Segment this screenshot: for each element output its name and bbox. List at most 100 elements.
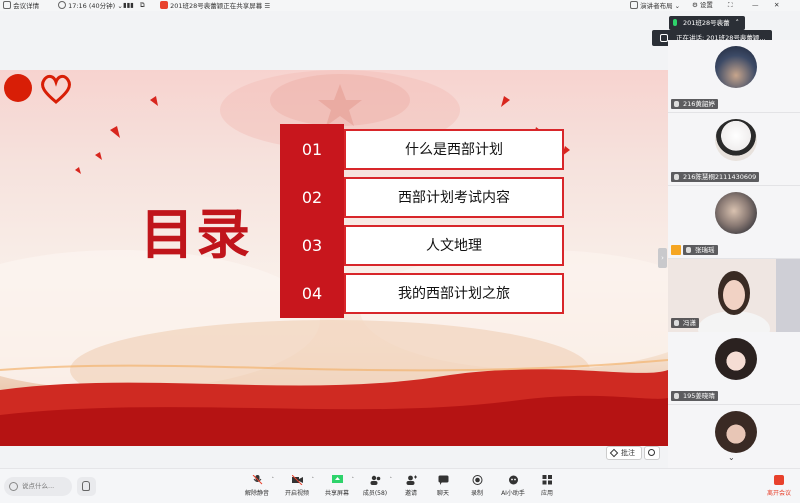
apps-button[interactable]: 应用 xyxy=(528,475,566,501)
avatar xyxy=(715,192,757,234)
settings-button[interactable]: ⚙ 设置 xyxy=(692,1,713,10)
table-of-contents: 01 什么是西部计划 02 西部计划考试内容 03 人文地理 04 我的西部计划… xyxy=(280,124,566,318)
annotate-label: 批注 xyxy=(621,449,635,457)
chevron-down-icon: ⌄ xyxy=(117,2,123,10)
screen-share-icon xyxy=(331,475,343,483)
settings-label: 设置 xyxy=(699,1,713,9)
members-label: 成员(58) xyxy=(362,490,388,497)
user-icon xyxy=(660,34,668,42)
ai-assistant-icon xyxy=(508,475,518,485)
host-badge-icon xyxy=(671,245,681,255)
raise-hand-button[interactable] xyxy=(77,477,96,496)
meeting-timer-label: 17:16 (40分钟) xyxy=(68,2,116,10)
participant-sidebar: 216黄韶婷 216陈慧桐2111430609 张瑞瑶 冯潇 195姜晓晴 ⌄ xyxy=(668,40,800,468)
toc-item-number: 01 xyxy=(301,140,323,159)
participant-name: 195姜晓晴 xyxy=(671,391,718,401)
avatar xyxy=(715,411,757,453)
ai-assistant-label: AI小助手 xyxy=(501,490,525,497)
youth-league-logo xyxy=(4,74,32,102)
chevron-up-icon[interactable]: ˄ xyxy=(272,477,275,483)
mic-off-icon xyxy=(674,393,679,399)
toc-item: 02 西部计划考试内容 xyxy=(280,177,566,218)
clock-icon xyxy=(58,1,66,9)
toc-item: 03 人文地理 xyxy=(280,225,566,266)
chevron-down-icon: ⌄ xyxy=(674,2,681,10)
participant-name: 张瑞瑶 xyxy=(683,245,718,255)
open-external-icon[interactable]: ⧉ xyxy=(140,1,145,10)
chevron-up-icon[interactable]: ˄ xyxy=(352,477,355,483)
fullscreen-icon[interactable]: ⛶ xyxy=(728,1,733,10)
apps-grid-icon xyxy=(542,475,552,485)
start-video-button[interactable]: 开启视频 ˄ xyxy=(278,475,316,501)
layout-button[interactable]: 演讲者布局 ⌄ xyxy=(630,1,680,10)
share-screen-button[interactable]: 共享屏幕 ˄ xyxy=(318,475,356,501)
shared-slide: 目录 01 什么是西部计划 02 西部计划考试内容 03 人文地理 04 我的西… xyxy=(0,70,668,446)
emoji-icon[interactable] xyxy=(9,482,18,491)
toc-item: 04 我的西部计划之旅 xyxy=(280,273,566,314)
leave-meeting-label: 离开会议 xyxy=(766,490,791,497)
participant-tile[interactable]: 张瑞瑶 xyxy=(668,186,800,259)
mic-off-icon xyxy=(686,247,691,253)
participant-name-text: 216黄韶婷 xyxy=(683,100,715,108)
info-icon xyxy=(3,1,11,9)
toc-item-text: 人文地理 xyxy=(344,225,564,266)
participant-name-text: 张瑞瑶 xyxy=(695,246,715,254)
layout-icon xyxy=(630,1,638,9)
gear-icon: ⚙ xyxy=(692,1,698,9)
chat-icon xyxy=(438,475,448,485)
exit-icon xyxy=(774,475,784,485)
close-icon[interactable]: ✕ xyxy=(774,1,779,10)
speaking-tag[interactable]: 201班28号裴蕾 ˄ xyxy=(669,16,745,30)
slide-title: 目录 xyxy=(140,202,252,266)
meeting-details-button[interactable]: 会议详情 xyxy=(3,1,39,10)
members-button[interactable]: 成员(58) ˄ xyxy=(356,475,394,501)
zoom-in-icon xyxy=(648,449,655,456)
participant-video-tile[interactable]: 冯潇 xyxy=(668,259,800,332)
mic-off-icon xyxy=(674,320,679,326)
avatar xyxy=(715,338,757,380)
participant-name-text: 冯潇 xyxy=(683,319,696,327)
record-label: 录制 xyxy=(470,490,483,497)
volunteer-heart-logo xyxy=(41,74,71,104)
record-button[interactable]: 录制 xyxy=(458,475,496,501)
participant-tile[interactable]: 195姜晓晴 xyxy=(668,332,800,405)
participant-name: 冯潇 xyxy=(671,318,699,328)
participant-name-text: 195姜晓晴 xyxy=(683,392,715,400)
toc-item-number: 04 xyxy=(301,284,323,303)
chevron-down-icon[interactable]: ⌄ xyxy=(728,453,735,462)
avatar xyxy=(715,119,757,161)
hand-icon xyxy=(82,481,90,491)
screen-share-icon xyxy=(160,1,168,9)
meeting-timer[interactable]: 17:16 (40分钟) ⌄ xyxy=(58,1,123,10)
chat-button[interactable]: 聊天 xyxy=(424,475,462,501)
participant-tile[interactable]: 216陈慧桐2111430609 xyxy=(668,113,800,186)
chevron-up-icon[interactable]: ˄ xyxy=(312,477,315,483)
leave-meeting-button[interactable]: 离开会议 xyxy=(760,475,798,501)
ai-assistant-button[interactable]: AI小助手 xyxy=(494,475,532,501)
share-screen-label: 共享屏幕 xyxy=(324,490,349,497)
top-bar: 会议详情 17:16 (40分钟) ⌄ ▮▮▮ ⧉ 201班28号裴蕾颖正在共享… xyxy=(0,0,800,11)
microphone-icon xyxy=(673,19,677,26)
meeting-window: 会议详情 17:16 (40分钟) ⌄ ▮▮▮ ⧉ 201班28号裴蕾颖正在共享… xyxy=(0,0,800,503)
invite-icon xyxy=(406,475,417,485)
chevron-up-icon[interactable]: ˄ xyxy=(736,16,740,30)
chat-label: 聊天 xyxy=(436,490,449,497)
participant-tile[interactable]: ⌄ xyxy=(668,405,800,468)
collapse-sidebar-handle[interactable]: › xyxy=(658,248,667,268)
apps-label: 应用 xyxy=(540,490,553,497)
avatar xyxy=(715,46,757,88)
speaking-tag-label: 201班28号裴蕾 xyxy=(683,19,730,27)
unmute-label: 解除静音 xyxy=(244,490,269,497)
participant-tile[interactable]: 216黄韶婷 xyxy=(668,40,800,113)
unmute-button[interactable]: 解除静音 ˄ xyxy=(238,475,276,501)
layout-label: 演讲者布局 xyxy=(640,2,673,10)
toc-item-number: 03 xyxy=(301,236,323,255)
record-icon xyxy=(472,475,482,485)
minimize-icon[interactable]: — xyxy=(752,1,759,10)
zoom-button[interactable] xyxy=(644,446,660,460)
menu-icon[interactable]: ☰ xyxy=(264,2,270,10)
participant-name: 216黄韶婷 xyxy=(671,99,718,109)
annotate-button[interactable]: 批注 xyxy=(606,446,642,460)
camera-off-icon xyxy=(291,475,303,485)
toc-item-text: 我的西部计划之旅 xyxy=(344,273,564,314)
